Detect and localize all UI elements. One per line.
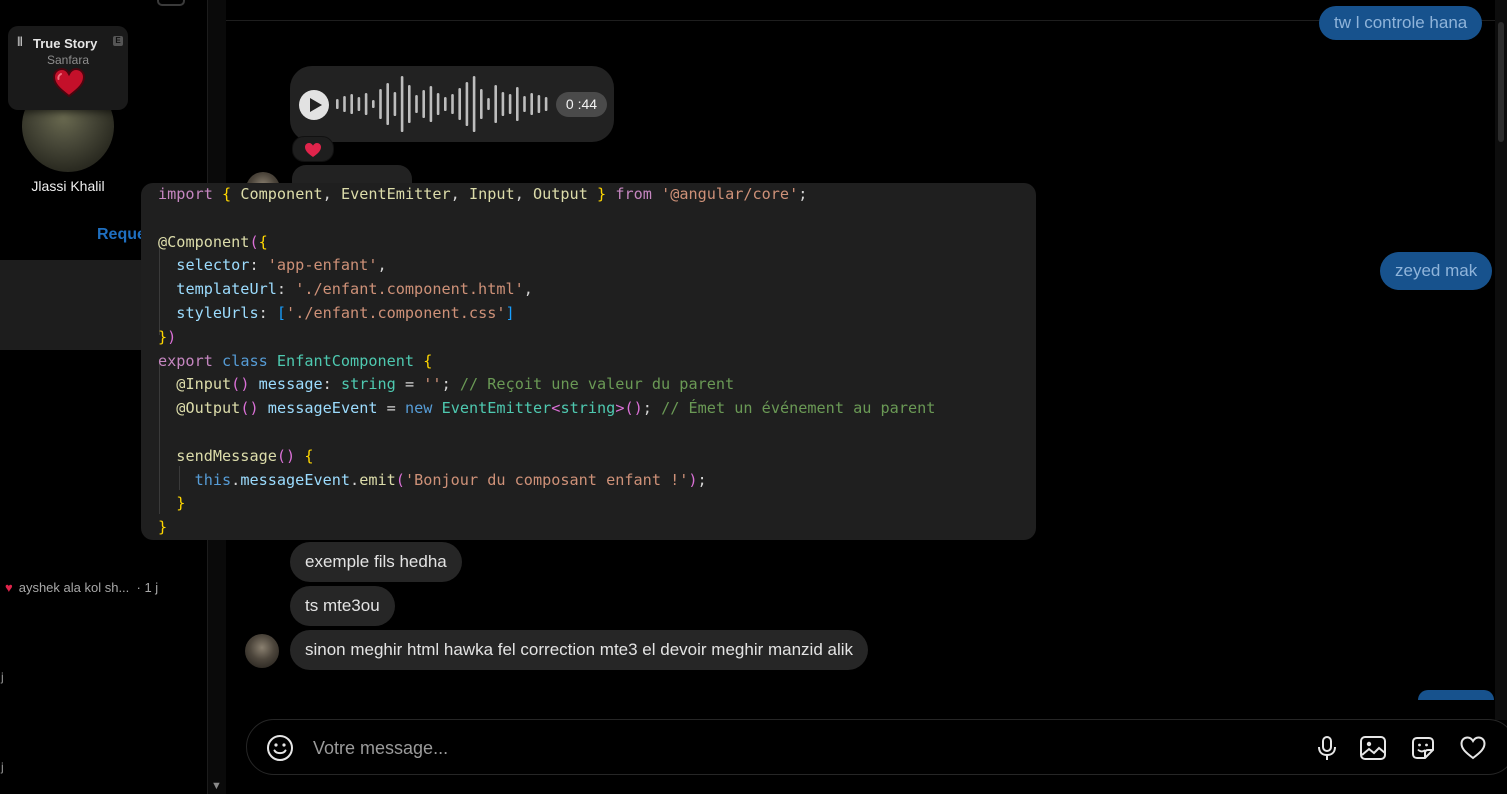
scroll-down-arrow-icon[interactable]: ▼ (211, 780, 222, 792)
code-line: }) (158, 327, 177, 346)
waveform-bar (444, 97, 447, 111)
waveform-bar (357, 97, 361, 111)
incoming-message[interactable]: ts mte3ou (290, 586, 395, 626)
scrollbar-thumb[interactable] (1498, 22, 1504, 142)
waveform-bar (379, 89, 382, 119)
message-input[interactable] (311, 734, 1215, 762)
waveform-bar (400, 76, 404, 132)
waveform-bar (372, 100, 375, 108)
play-icon[interactable] (299, 90, 329, 120)
outgoing-message[interactable]: zeyed mak (1380, 252, 1493, 290)
voice-message[interactable]: 0 :44 (290, 66, 614, 142)
waveform-bar (508, 94, 512, 114)
waveform-bar (516, 87, 519, 121)
waveform-bar (480, 89, 483, 119)
waveform-bar (393, 92, 397, 116)
requests-link[interactable]: Reque (97, 226, 146, 244)
code-line: this.messageEvent.emit('Bonjour du compo… (194, 470, 707, 489)
edge-time-label: j (1, 760, 4, 774)
microphone-icon[interactable] (1313, 734, 1341, 762)
heart-icon (52, 67, 86, 98)
outgoing-message[interactable]: tw l controle hana (1319, 6, 1483, 40)
waveform-bar (408, 85, 411, 123)
message-reaction[interactable] (292, 136, 334, 162)
waveform-bar (415, 95, 418, 113)
story-song-title: True Story (33, 36, 98, 51)
music-story-card[interactable]: ||| True Story E Sanfara (8, 26, 128, 110)
waveform-bar (436, 93, 440, 115)
waveform-bar (451, 94, 454, 114)
heart-icon: ♥ (5, 580, 13, 595)
sender-avatar[interactable] (245, 634, 279, 668)
waveform-bar (422, 90, 425, 118)
code-line: @Component({ (158, 232, 268, 251)
code-line: export class EnfantComponent { (158, 351, 433, 370)
code-line: import { Component, EventEmitter, Input,… (158, 185, 808, 203)
sidebar-top-icon[interactable] (157, 0, 185, 6)
waveform-bar (336, 99, 339, 109)
incoming-message[interactable]: exemple fils hedha (290, 542, 462, 582)
incoming-message[interactable]: sinon meghir html hawka fel correction m… (290, 630, 869, 670)
waveform-bar (386, 83, 389, 125)
code-line: styleUrls: ['./enfant.component.css'] (176, 303, 515, 322)
code-block: import { Component, EventEmitter, Input,… (158, 183, 935, 540)
waveform-bar (501, 92, 505, 116)
waveform-bar (494, 85, 497, 123)
waveform-bar (523, 96, 526, 112)
image-icon[interactable] (1359, 734, 1387, 762)
heart-icon[interactable] (1459, 734, 1487, 762)
code-line: selector: 'app-enfant', (176, 256, 387, 275)
chat-scrollbar[interactable] (1495, 0, 1507, 720)
profile-name: Jlassi Khalil (31, 178, 105, 194)
waveform-bar (343, 96, 346, 112)
code-line: templateUrl: './enfant.component.html', (176, 280, 533, 299)
code-line: } (158, 518, 168, 537)
sticker-icon[interactable] (1409, 734, 1437, 762)
waveform-bar (537, 95, 541, 113)
code-line: @Input() message: string = ''; // Reçoit… (176, 375, 735, 394)
audio-waveform (336, 76, 548, 132)
heart-icon (305, 143, 321, 157)
explicit-badge: E (113, 36, 123, 46)
edge-time-label: j (1, 670, 4, 684)
waveform-bar (429, 86, 433, 122)
code-line: sendMessage() { (176, 446, 314, 465)
music-bars-icon: ||| (17, 36, 23, 47)
waveform-bar (487, 98, 490, 110)
waveform-bar (544, 97, 548, 111)
voice-duration: 0 :44 (556, 92, 607, 117)
emoji-icon[interactable] (266, 734, 294, 762)
conversation-preview[interactable]: ♥ ayshek ala kol sh... · 1 j (5, 580, 158, 595)
preview-time: · 1 j (136, 580, 159, 595)
preview-text: ayshek ala kol sh... (18, 580, 130, 595)
message-composer (246, 719, 1507, 775)
outgoing-message-partial[interactable] (1418, 690, 1494, 700)
waveform-bar (458, 88, 461, 120)
chat-header-divider (226, 20, 1507, 21)
code-line: } (176, 494, 186, 513)
waveform-bar (530, 93, 533, 115)
code-preview-popup: import { Component, EventEmitter, Input,… (141, 183, 1036, 540)
code-line: @Output() messageEvent = new EventEmitte… (176, 399, 936, 418)
waveform-bar (465, 82, 469, 126)
waveform-bar (364, 93, 368, 115)
story-artist: Sanfara (46, 53, 90, 67)
waveform-bar (350, 94, 353, 114)
waveform-bar (472, 76, 476, 132)
